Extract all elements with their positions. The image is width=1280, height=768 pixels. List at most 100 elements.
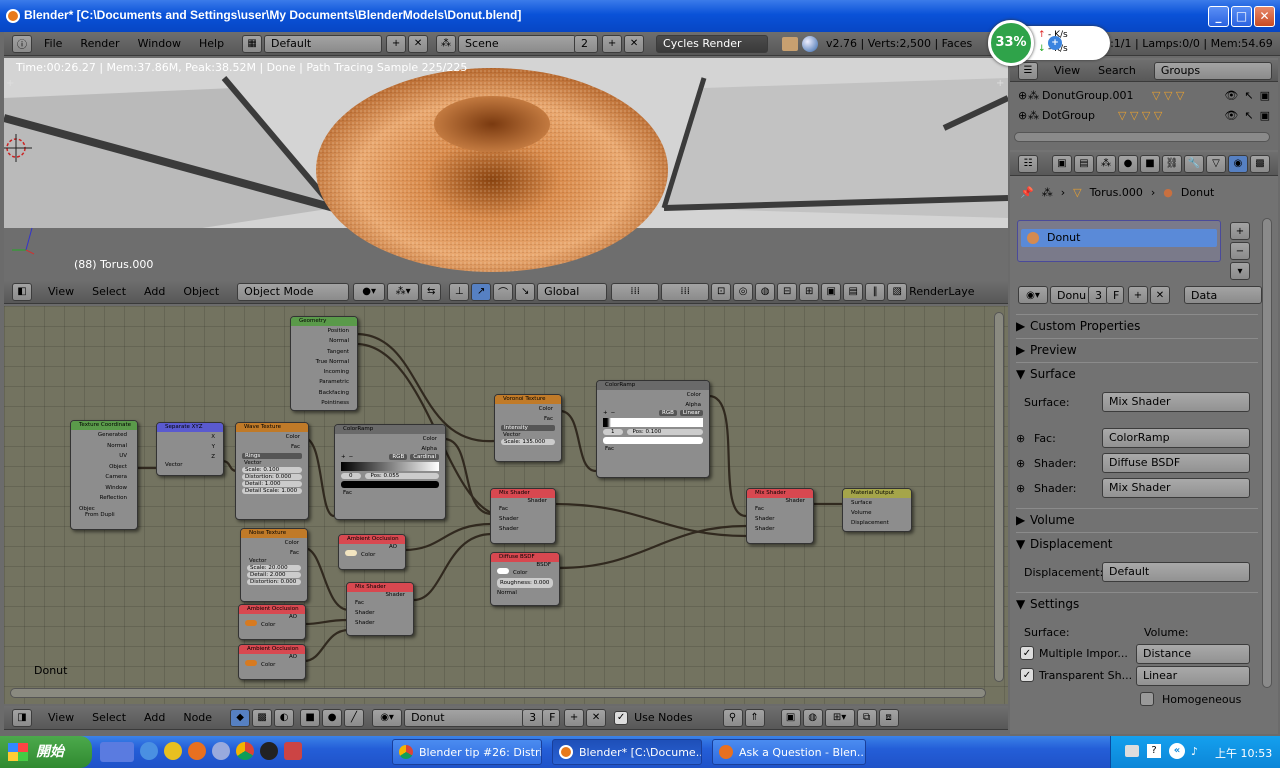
- linestyle-shader-icon[interactable]: ╱: [344, 708, 365, 727]
- quicklaunch-app-icon[interactable]: [284, 742, 302, 760]
- noise-scale-field[interactable]: Scale: 20.000: [247, 565, 301, 571]
- object-shader-icon[interactable]: ■: [300, 708, 321, 727]
- menu-window[interactable]: Window: [138, 37, 181, 50]
- material-slot-label[interactable]: Donut: [1047, 231, 1080, 244]
- add-slot-button[interactable]: +: [1230, 222, 1250, 240]
- colorramp2-remove-icon[interactable]: −: [611, 410, 616, 416]
- shader2-input-field[interactable]: Mix Shader: [1102, 478, 1250, 498]
- tab-render-icon[interactable]: ▣: [1052, 154, 1072, 173]
- view3d-menu-object[interactable]: Object: [183, 285, 219, 298]
- pin-icon[interactable]: ⚲: [722, 708, 743, 727]
- tab-texture-icon[interactable]: ▩: [1250, 154, 1270, 173]
- render-layer-icon[interactable]: ▧: [887, 282, 908, 301]
- wave-detail-scale-field[interactable]: Detail Scale: 1.000: [242, 488, 302, 494]
- task-chrome[interactable]: Blender tip #26: Distri...: [392, 739, 542, 765]
- diffuse-roughness-field[interactable]: Roughness: 0.000: [497, 578, 553, 588]
- expand-icon[interactable]: ⊕: [1018, 109, 1028, 122]
- slot-specials-button[interactable]: ▾: [1230, 262, 1250, 280]
- scale-icon[interactable]: ↘: [515, 282, 536, 301]
- node-material-field[interactable]: Donut: [404, 708, 525, 727]
- fac-expand-icon[interactable]: ⊕: [1016, 432, 1025, 445]
- material-browse-button[interactable]: ◉▾: [1018, 286, 1048, 304]
- shader1-input-field[interactable]: Diffuse BSDF: [1102, 453, 1250, 473]
- manipulator-toggle[interactable]: ⇆: [421, 282, 442, 301]
- tab-data-icon[interactable]: ▽: [1206, 154, 1226, 173]
- colorramp2-gradient[interactable]: [603, 418, 703, 427]
- node-separate-xyz[interactable]: Separate XYZ X Y Z Vector: [156, 422, 224, 476]
- quicklaunch-media-icon[interactable]: [212, 742, 230, 760]
- node-voronoi-texture[interactable]: Voronoi Texture Color Fac Intensity Vect…: [494, 394, 562, 462]
- wave-scale-field[interactable]: Scale: 0.100: [242, 467, 302, 473]
- diffuse-input-color[interactable]: Color: [497, 568, 559, 578]
- material-fake-user[interactable]: F: [1106, 286, 1124, 304]
- colorramp1-mode[interactable]: RGB: [389, 454, 408, 460]
- tab-material-icon[interactable]: ◉: [1228, 154, 1248, 173]
- colorramp2-color-swatch[interactable]: [603, 437, 703, 444]
- render-layer-label[interactable]: RenderLaye: [909, 285, 974, 298]
- panel-displacement[interactable]: ▼ Displacement: [1016, 532, 1258, 554]
- transparent-checkbox[interactable]: ✓: [1020, 668, 1034, 682]
- help-icon[interactable]: ?: [1147, 744, 1161, 758]
- shading-dropdown[interactable]: ●▾: [353, 282, 386, 301]
- volume-sampling-dropdown[interactable]: Distance: [1136, 644, 1250, 664]
- 3d-viewport[interactable]: Time:00:26.27 | Mem:37.86M, Peak:38.52M …: [4, 58, 1008, 280]
- visibility-icon[interactable]: 👁: [1224, 109, 1238, 122]
- proportional-edit-icon[interactable]: ◎: [733, 282, 754, 301]
- properties-editor-icon[interactable]: ☷: [1018, 154, 1038, 173]
- node-wave-texture[interactable]: Wave Texture Color Fac Rings Vector Scal…: [235, 422, 309, 520]
- info-editor-icon[interactable]: ⓘ: [12, 34, 32, 53]
- node-add-material-button[interactable]: +: [564, 708, 585, 727]
- paste-nodes-icon[interactable]: ⧈: [878, 708, 899, 727]
- quicklaunch-icon[interactable]: [100, 742, 134, 762]
- node-editor-type-icon[interactable]: ◨: [12, 708, 32, 727]
- ao3-input-color[interactable]: Color: [239, 660, 305, 668]
- visibility-icon[interactable]: 👁: [1224, 89, 1238, 102]
- colorramp1-remove-icon[interactable]: −: [349, 454, 354, 460]
- tab-scene-icon[interactable]: ⁂: [1096, 154, 1116, 173]
- copy-nodes-icon[interactable]: ⧉: [856, 708, 877, 727]
- displacement-input-field[interactable]: Default: [1102, 562, 1250, 582]
- node-diffuse-bsdf[interactable]: Diffuse BSDF BSDF Color Roughness: 0.000…: [490, 552, 560, 606]
- pause-icon[interactable]: ‖: [865, 282, 886, 301]
- colorramp2-pos[interactable]: Pos: 0.100: [626, 429, 703, 435]
- colorramp1-color-swatch[interactable]: [341, 481, 439, 488]
- transparent-checkbox-row[interactable]: ✓ Transparent Sh...: [1020, 668, 1132, 682]
- remove-layout-button[interactable]: ✕: [408, 34, 429, 53]
- material-slot-list[interactable]: Donut: [1017, 220, 1221, 262]
- node-texture-coordinate[interactable]: Texture Coordinate Generated Normal UV O…: [70, 420, 138, 530]
- voronoi-scale-field[interactable]: Scale: 135.000: [501, 439, 555, 445]
- node-hscrollbar[interactable]: [10, 688, 986, 698]
- world-shader-icon[interactable]: ●: [322, 708, 343, 727]
- fac-input-field[interactable]: ColorRamp: [1102, 428, 1250, 448]
- colorramp2-index[interactable]: 1: [603, 429, 623, 435]
- maximize-button[interactable]: □: [1231, 6, 1252, 27]
- node-ambient-occlusion-3[interactable]: Ambient Occlusion AO Color: [238, 644, 306, 680]
- select-cursor-icon[interactable]: ↖: [1244, 89, 1253, 102]
- quicklaunch-ie-icon[interactable]: [140, 742, 158, 760]
- panel-custom-properties[interactable]: ▶ Custom Properties: [1016, 314, 1258, 336]
- panel-settings[interactable]: ▼ Settings: [1016, 592, 1258, 614]
- material-link-dropdown[interactable]: Data: [1184, 286, 1262, 304]
- scene-icon[interactable]: ⁂: [436, 34, 457, 53]
- tab-modifiers-icon[interactable]: 🔧: [1184, 154, 1204, 173]
- tab-world-icon[interactable]: ●: [1118, 154, 1138, 173]
- select-cursor-icon[interactable]: ↖: [1244, 109, 1253, 122]
- outliner-display-dropdown[interactable]: Groups: [1153, 61, 1272, 80]
- menu-help[interactable]: Help: [199, 37, 224, 50]
- tab-layers-icon[interactable]: ▤: [1074, 154, 1094, 173]
- network-meter[interactable]: ↑ - K/s ↓ - K/s + 33%: [988, 20, 1112, 66]
- snap-icon[interactable]: ◍: [802, 708, 823, 727]
- start-button[interactable]: 開始: [0, 736, 92, 768]
- mis-checkbox-row[interactable]: ✓ Multiple Impor...: [1020, 646, 1128, 660]
- node-mix-shader-3[interactable]: Mix Shader Shader Fac Shader Shader: [346, 582, 414, 636]
- node-ambient-occlusion-1[interactable]: Ambient Occlusion AO Color: [338, 534, 406, 570]
- node-material-output[interactable]: Material Output Surface Volume Displacem…: [842, 488, 912, 532]
- shader-nodes-icon[interactable]: ◆: [230, 708, 251, 727]
- node-fake-user-button[interactable]: F: [542, 708, 561, 727]
- noise-detail-field[interactable]: Detail: 2.000: [247, 572, 301, 578]
- material-slot-item[interactable]: Donut: [1021, 229, 1217, 247]
- outliner-scrollbar[interactable]: [1014, 132, 1270, 142]
- layout-field[interactable]: Default: [264, 34, 383, 53]
- homogeneous-checkbox-row[interactable]: Homogeneous: [1140, 692, 1241, 706]
- mode-dropdown[interactable]: Object Mode: [237, 282, 350, 301]
